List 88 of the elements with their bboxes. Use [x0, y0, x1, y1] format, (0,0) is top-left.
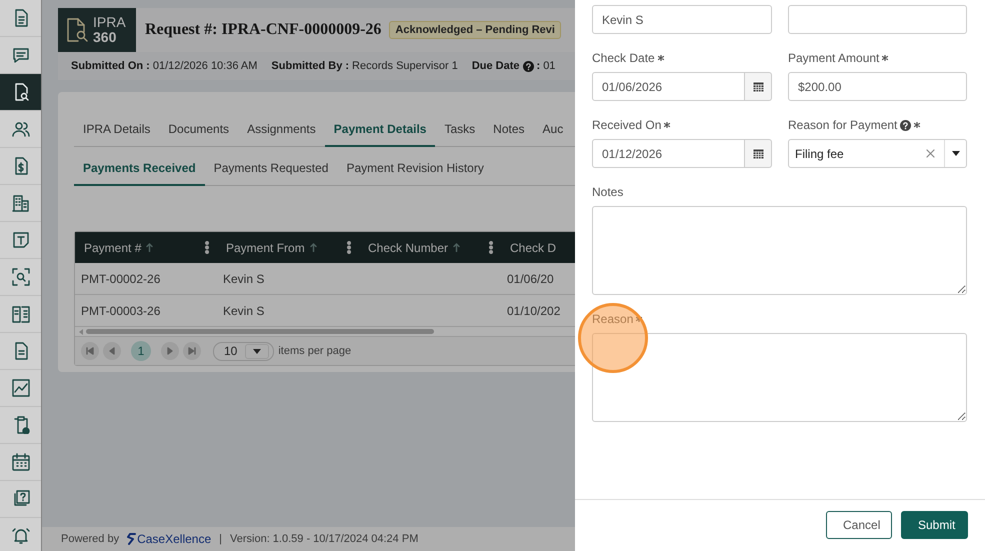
table-cell: 01/10/202	[507, 304, 560, 318]
table-cell: PMT-00002-26	[81, 272, 160, 286]
brand-name: CaseXellence	[137, 532, 212, 546]
table-cell: Kevin S	[223, 272, 264, 286]
table-cell: PMT-00003-26	[81, 304, 160, 318]
meta-value: Records Supervisor 1	[352, 60, 458, 72]
subtab[interactable]: Payment Revision History	[337, 153, 493, 186]
text-field[interactable]	[788, 5, 967, 34]
date-field[interactable]: 01/12/2026	[592, 139, 745, 168]
field-label: Received On	[592, 118, 662, 132]
select-field[interactable]: Filing fee	[788, 139, 967, 168]
tab[interactable]: Assignments	[238, 114, 325, 147]
submit-button[interactable]: Submit	[901, 510, 968, 538]
last-page-icon	[188, 347, 196, 355]
column-header[interactable]: Check Number	[368, 240, 448, 254]
last-page-button[interactable]	[183, 342, 201, 360]
status-badge: Acknowledged – Pending Revi	[389, 21, 561, 39]
text-field[interactable]: Kevin S	[592, 5, 772, 34]
calendar-button[interactable]	[745, 139, 772, 168]
tab[interactable]: Tasks	[435, 114, 484, 147]
previous-page-icon	[108, 347, 116, 355]
sort-arrow-icon[interactable]	[453, 243, 460, 252]
book-icon	[12, 305, 30, 323]
brand-logo-icon	[127, 533, 136, 545]
next-page-button[interactable]	[161, 342, 179, 360]
version-text: Version: 1.0.59 - 10/17/2024 04:24 PM	[230, 533, 418, 545]
first-page-button[interactable]	[81, 342, 99, 360]
field-label: Notes	[592, 185, 624, 199]
bell-icon	[12, 527, 30, 545]
tab[interactable]: Payment Details	[324, 114, 436, 147]
meta-value: 01/12/2026 10:36 AM	[152, 60, 258, 72]
sort-arrow-icon[interactable]	[310, 243, 317, 252]
separator-text: |	[219, 533, 222, 545]
caret-icon[interactable]	[952, 151, 960, 156]
clear-icon[interactable]	[926, 149, 935, 158]
page-button[interactable]: 1	[131, 341, 151, 361]
chart-icon	[12, 379, 30, 397]
scrollbar-thumb[interactable]	[86, 329, 434, 334]
page-size-select[interactable]: 10	[213, 342, 274, 360]
date-field[interactable]: 01/06/2026	[592, 72, 745, 101]
table-cell: Kevin S	[223, 304, 264, 318]
logo-text: IPRA	[93, 15, 126, 30]
field-label: Check Date	[592, 51, 655, 65]
scan-search-icon	[12, 268, 30, 286]
caret-icon	[253, 348, 262, 354]
users-icon	[12, 120, 30, 138]
powered-by-text: Powered by	[61, 533, 120, 545]
previous-page-button[interactable]	[103, 342, 121, 360]
meta-label: Due Date	[472, 60, 520, 72]
field-label: Reason for Payment	[788, 118, 898, 132]
next-page-icon	[166, 347, 174, 355]
question-copy-icon	[12, 490, 30, 508]
calendar-icon	[752, 148, 764, 159]
tab[interactable]: IPRA Details	[74, 114, 160, 147]
subtab[interactable]: Payments Requested	[204, 153, 338, 186]
subtab[interactable]: Payments Received	[74, 153, 205, 186]
meta-label: Submitted On :	[71, 60, 150, 72]
pager-label: items per page	[278, 345, 352, 357]
request-title: Request #: IPRA-CNF-0000009-26	[145, 21, 382, 39]
calendar-icon	[752, 81, 764, 92]
cancel-button[interactable]: Cancel	[826, 510, 892, 538]
column-header[interactable]: Check D	[510, 240, 556, 254]
first-page-icon	[86, 347, 94, 355]
building-icon	[12, 194, 30, 212]
column-menu-icon[interactable]	[489, 241, 493, 254]
calendar-icon	[12, 453, 30, 471]
note-icon	[12, 231, 30, 249]
chat-icon	[12, 46, 30, 64]
column-menu-icon[interactable]	[347, 241, 351, 254]
table-cell: 01/06/20	[507, 272, 554, 286]
sort-arrow-icon[interactable]	[146, 243, 154, 252]
logo-number: 360	[93, 30, 118, 45]
column-menu-icon[interactable]	[205, 241, 209, 254]
column-header[interactable]: Payment From	[226, 240, 305, 254]
meta-label: :	[536, 60, 540, 72]
tab[interactable]: Documents	[159, 114, 238, 147]
tab[interactable]: Auc	[534, 114, 572, 147]
text-field[interactable]: $200.00	[788, 72, 967, 101]
calendar-button[interactable]	[745, 72, 772, 101]
field-label: Reason	[592, 312, 634, 326]
document-search-icon	[66, 17, 88, 43]
meta-label: Submitted By :	[271, 60, 350, 72]
clipboard-clock-icon	[12, 416, 30, 434]
field-label: Payment Amount	[788, 51, 880, 65]
meta-value: 01	[543, 60, 556, 72]
column-header[interactable]: Payment #	[84, 240, 142, 254]
sidebar-button[interactable]	[0, 74, 41, 111]
tab[interactable]: Notes	[484, 114, 534, 147]
